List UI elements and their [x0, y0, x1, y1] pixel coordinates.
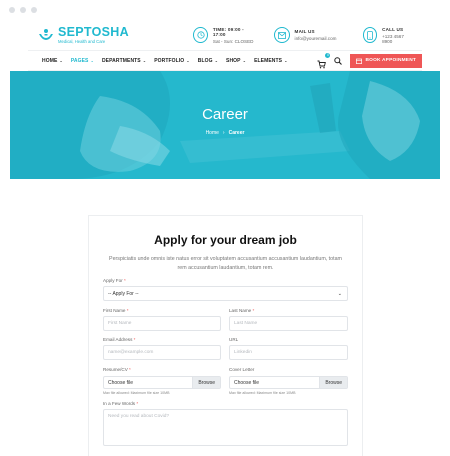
- nav-item-label: HOME: [42, 57, 58, 64]
- breadcrumb-home-link[interactable]: Home: [206, 130, 219, 136]
- mail-info[interactable]: MAIL US info@youremail.com: [273, 27, 337, 43]
- nav-item-shop[interactable]: SHOP ⌄: [226, 58, 246, 64]
- resume-hint: Max file allowed: Maximum file size 10MB: [103, 391, 170, 395]
- last-name-label: Last Name *: [229, 308, 255, 313]
- nav-item-pages[interactable]: PAGES ⌄: [71, 58, 94, 64]
- email-field[interactable]: name@example.com: [103, 345, 221, 360]
- cart-count-badge: 0: [325, 53, 331, 58]
- breadcrumb-separator-icon: ›: [222, 130, 225, 136]
- book-appointment-label: BOOK APPOINMENT: [365, 58, 416, 63]
- cover-letter-label: Cover Letter: [229, 367, 255, 372]
- chevron-down-icon: ⌄: [242, 58, 247, 63]
- breadcrumb-current: Career: [228, 130, 245, 136]
- site-header: SEPTOSHA Medical, Health and Care TIME: …: [38, 20, 412, 50]
- logo[interactable]: SEPTOSHA Medical, Health and Care: [38, 26, 147, 44]
- nav-item-label: BLOG: [197, 57, 213, 64]
- chevron-down-icon: ⌄: [186, 58, 190, 63]
- window-dot-icon: [31, 7, 37, 13]
- brand-name: SEPTOSHA: [58, 25, 129, 40]
- url-label: URL: [229, 337, 239, 342]
- phone-value: +123 4567 8900: [382, 33, 404, 44]
- chevron-down-icon: ⌄: [284, 58, 288, 63]
- last-name-field[interactable]: Last Name: [229, 316, 348, 331]
- cover-letter-file-input[interactable]: Choose file Browse: [229, 376, 348, 389]
- mail-value: info@youremail.com: [294, 36, 337, 41]
- url-field[interactable]: Linkedin: [229, 345, 348, 360]
- form-description: Perspiciatis unde omnis iste natus error…: [109, 256, 342, 271]
- nav-item-label: ELEMENTS: [254, 57, 283, 64]
- resume-file-input[interactable]: Choose file Browse: [103, 376, 221, 389]
- resume-file-text: Choose file: [108, 379, 134, 386]
- job-application-form: Apply for your dream job Perspiciatis un…: [88, 215, 363, 456]
- hours-info: TIME: 09:00 - 17:00 Sat - Sun: CLOSED: [193, 26, 254, 44]
- calendar-icon: [356, 58, 363, 64]
- apply-for-select[interactable]: -- Apply For -- ⌄: [103, 286, 348, 301]
- nav-item-label: PAGES: [70, 57, 89, 64]
- cart-button[interactable]: 0: [317, 53, 331, 69]
- nav-item-label: PORTFOLIO: [154, 57, 185, 64]
- apply-for-label: Apply For *: [103, 278, 126, 283]
- cover-letter-browse-button[interactable]: Browse: [319, 377, 347, 388]
- nav-item-label: DEPARTMENTS: [101, 57, 141, 64]
- chevron-down-icon: ⌄: [214, 58, 219, 63]
- resume-browse-button[interactable]: Browse: [192, 377, 220, 388]
- chevron-down-icon: ⌄: [142, 58, 147, 63]
- cover-letter-file-text: Choose file: [234, 379, 260, 386]
- few-words-textarea[interactable]: Need you read about Covid?: [103, 409, 348, 446]
- window-dot-icon: [9, 7, 15, 13]
- nav-item-elements[interactable]: ELEMENTS ⌄: [254, 58, 287, 64]
- page-title: Career: [202, 106, 248, 123]
- hours-label: TIME: 09:00 - 17:00: [212, 26, 244, 37]
- chevron-down-icon: ⌄: [337, 291, 342, 297]
- nav-item-blog[interactable]: BLOG ⌄: [198, 58, 218, 64]
- phone-info[interactable]: CALL US +123 4567 8900: [362, 26, 413, 44]
- phone-label: CALL US: [382, 26, 404, 32]
- form-title: Apply for your dream job: [154, 233, 297, 247]
- window-dot-icon: [20, 7, 26, 13]
- apply-for-value: -- Apply For --: [108, 290, 139, 297]
- caring-hands-icon: [39, 28, 53, 40]
- window-controls: [9, 7, 37, 13]
- banner-background-image: [10, 71, 440, 179]
- chevron-down-icon: ⌄: [59, 58, 63, 63]
- search-icon[interactable]: [334, 56, 343, 65]
- brand-tagline: Medical, Health and Care: [58, 38, 106, 44]
- nav-item-departments[interactable]: DEPARTMENTS ⌄: [102, 58, 146, 64]
- clock-icon: [193, 27, 208, 43]
- resume-label: Resume/CV *: [103, 367, 131, 372]
- email-label: Email Address *: [103, 337, 136, 342]
- first-name-field[interactable]: First Name: [103, 316, 221, 331]
- nav-item-home[interactable]: HOME ⌄: [42, 58, 63, 64]
- mail-label: MAIL US: [294, 29, 315, 34]
- hours-value: Sat - Sun: CLOSED: [212, 38, 254, 44]
- page-banner: Career Home › Career: [10, 71, 440, 179]
- cart-icon: [317, 60, 327, 69]
- first-name-label: First Name *: [103, 308, 129, 313]
- nav-item-portfolio[interactable]: PORTFOLIO ⌄: [154, 58, 190, 64]
- mail-icon: [273, 27, 290, 43]
- breadcrumb: Home › Career: [10, 130, 440, 136]
- phone-icon: [362, 27, 378, 43]
- book-appointment-button[interactable]: BOOK APPOINMENT: [350, 53, 422, 68]
- main-nav: HOME ⌄ PAGES ⌄ DEPARTMENTS ⌄ PORTFOLIO ⌄ BLO…: [28, 50, 422, 71]
- few-words-label: In a Few Words *: [103, 401, 139, 406]
- cover-letter-hint: Max file allowed: Maximum file size 10MB: [229, 391, 296, 395]
- nav-item-label: SHOP: [226, 57, 241, 64]
- chevron-down-icon: ⌄: [90, 58, 94, 63]
